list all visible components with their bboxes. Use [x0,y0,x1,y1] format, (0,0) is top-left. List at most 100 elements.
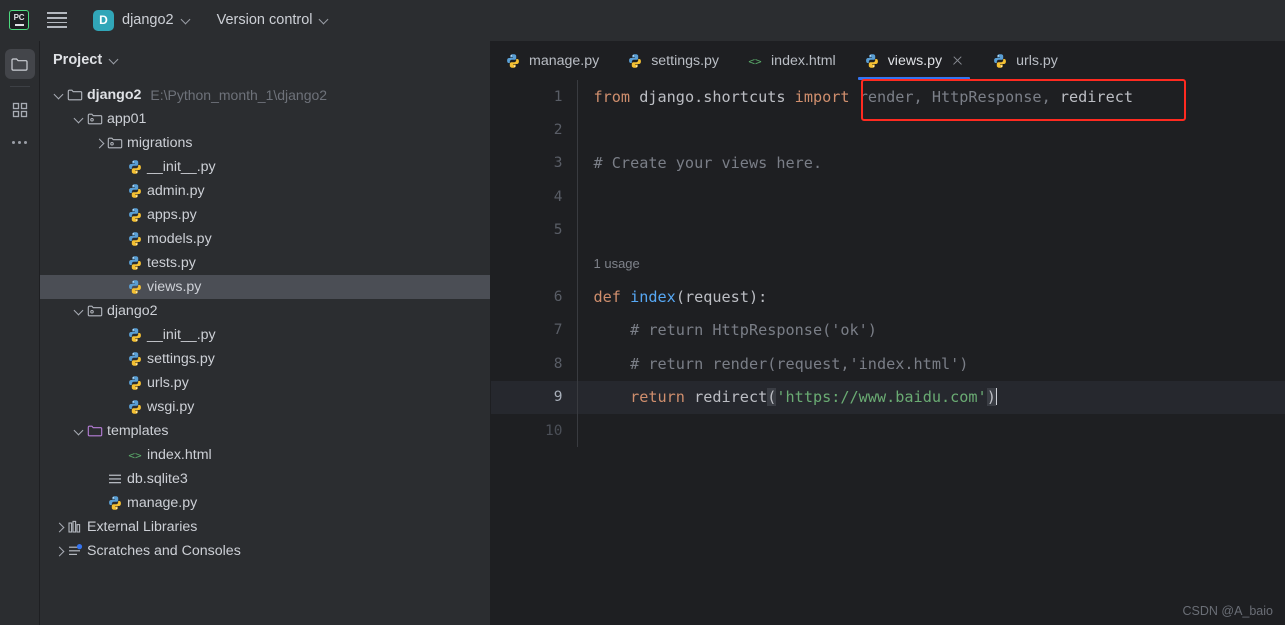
svg-text:<>: <> [128,449,142,462]
code-line-1: from django.shortcuts import render, Htt… [576,80,1285,114]
editor-tab-index-html[interactable]: <> index.html [733,41,850,80]
tree-node-path-hint: E:\Python_month_1\django2 [150,87,328,103]
tree-node-django2[interactable]: django2 [40,299,490,323]
code-editor[interactable]: 1 from django.shortcuts import render, H… [491,80,1285,625]
tree-node--init-py[interactable]: __init__.py [40,155,490,179]
tree-node-label: admin.py [147,183,205,199]
chevron-right-icon[interactable] [52,543,67,559]
tree-node-tests-py[interactable]: tests.py [40,251,490,275]
text-caret [995,388,998,406]
tree-node-settings-py[interactable]: settings.py [40,347,490,371]
tree-node-external-libraries[interactable]: External Libraries [40,515,490,539]
code-line-6: def index(request): [576,280,1285,314]
keyword-def: def [593,288,621,307]
tree-node-scratches-and-consoles[interactable]: Scratches and Consoles [40,539,490,563]
python-file-icon-wrap [127,159,146,175]
line-number: 6 [553,289,563,306]
tree-node-apps-py[interactable]: apps.py [40,203,490,227]
module-folder-icon-wrap [87,111,106,127]
python-file-icon [994,53,1007,68]
tree-node-label: __init__.py [147,327,216,343]
editor-tab-label: views.py [887,52,943,69]
library-icon-wrap [67,519,86,535]
python-file-icon-wrap [864,53,881,69]
tree-node-label: tests.py [147,255,196,271]
function-name: index [620,288,676,307]
tree-node-index-html[interactable]: <> index.html [40,443,490,467]
hamburger-line [47,21,67,24]
editor-tab-label: settings.py [651,52,720,69]
editor-area: manage.py settings.py <> index.html views.py… [491,41,1285,625]
main-toolbar: PC D django2 Version control [0,0,1285,41]
tree-node-views-py[interactable]: views.py [40,275,490,299]
project-panel-header[interactable]: Project [40,41,490,79]
tree-node-label: views.py [147,279,202,295]
rail-button-project[interactable] [4,49,35,79]
close-icon[interactable] [951,54,964,67]
tree-node-django2[interactable]: django2 E:\Python_month_1\django2 [40,83,490,107]
editor-tab-manage-py[interactable]: manage.py [491,41,613,80]
tree-node-urls-py[interactable]: urls.py [40,371,490,395]
tree-node-label: django2 [107,303,158,319]
chevron-down-icon[interactable] [72,423,87,439]
usage-hint[interactable]: 1 usage [576,246,1285,281]
chevron-right-icon[interactable] [52,519,67,535]
chevron-down-icon[interactable] [52,87,67,103]
rail-button-structure[interactable] [5,95,35,125]
rail-button-more[interactable] [5,127,35,157]
keyword-import: import [794,87,850,106]
blocks-icon [12,102,27,118]
python-file-icon [129,280,141,294]
chevron-down-icon[interactable] [72,111,87,127]
line-number: 7 [553,322,563,339]
python-file-icon-wrap [127,207,146,223]
module-path: django.shortcuts [630,87,795,106]
main-menu-button[interactable] [47,10,69,30]
html-file-icon-wrap: <> [127,447,146,463]
python-file-icon [129,208,141,222]
watermark: CSDN @A_baio [1182,604,1273,618]
module-folder-icon-wrap [87,303,106,319]
project-badge: D [93,9,114,31]
editor-tab-views-py[interactable]: views.py [850,41,978,80]
tree-node-wsgi-py[interactable]: wsgi.py [40,395,490,419]
project-tool-window: Project django2 E:\Python_month_1\django2… [40,41,491,625]
tree-node-migrations[interactable]: migrations [40,131,490,155]
tree-node-manage-py[interactable]: manage.py [40,491,490,515]
editor-tab-settings-py[interactable]: settings.py [613,41,733,80]
tree-node--init-py[interactable]: __init__.py [40,323,490,347]
code-row: 7 # return HttpResponse('ok') [491,313,1285,348]
project-name-label: django2 [122,12,174,28]
python-file-icon [129,184,141,198]
used-import: redirect [1059,87,1134,106]
line-number-empty [491,247,577,280]
tree-node-db-sqlite3[interactable]: db.sqlite3 [40,467,490,491]
code-line-4 [576,180,1285,214]
line-number: 5 [553,222,563,239]
tree-node-admin-py[interactable]: admin.py [40,179,490,203]
svg-text:<>: <> [748,55,762,68]
comment-text: # return HttpResponse('ok') [593,321,877,340]
tree-node-models-py[interactable]: models.py [40,227,490,251]
tree-node-templates[interactable]: templates [40,419,490,443]
version-control-menu[interactable]: Version control [217,12,329,28]
tree-node-label: wsgi.py [147,399,195,415]
tree-node-app01[interactable]: app01 [40,107,490,131]
code-line-3: # Create your views here. [576,146,1285,181]
project-selector[interactable]: D django2 [93,9,191,31]
tree-node-label: index.html [147,447,212,463]
chevron-down-icon[interactable] [72,303,87,319]
tree-node-label: models.py [147,231,212,247]
chevron-right-icon[interactable] [92,135,107,151]
editor-tab-urls-py[interactable]: urls.py [978,41,1072,80]
line-number: 8 [553,355,563,372]
rail-divider [9,86,30,87]
tree-node-label: External Libraries [87,519,198,535]
python-file-icon-wrap [127,183,146,199]
